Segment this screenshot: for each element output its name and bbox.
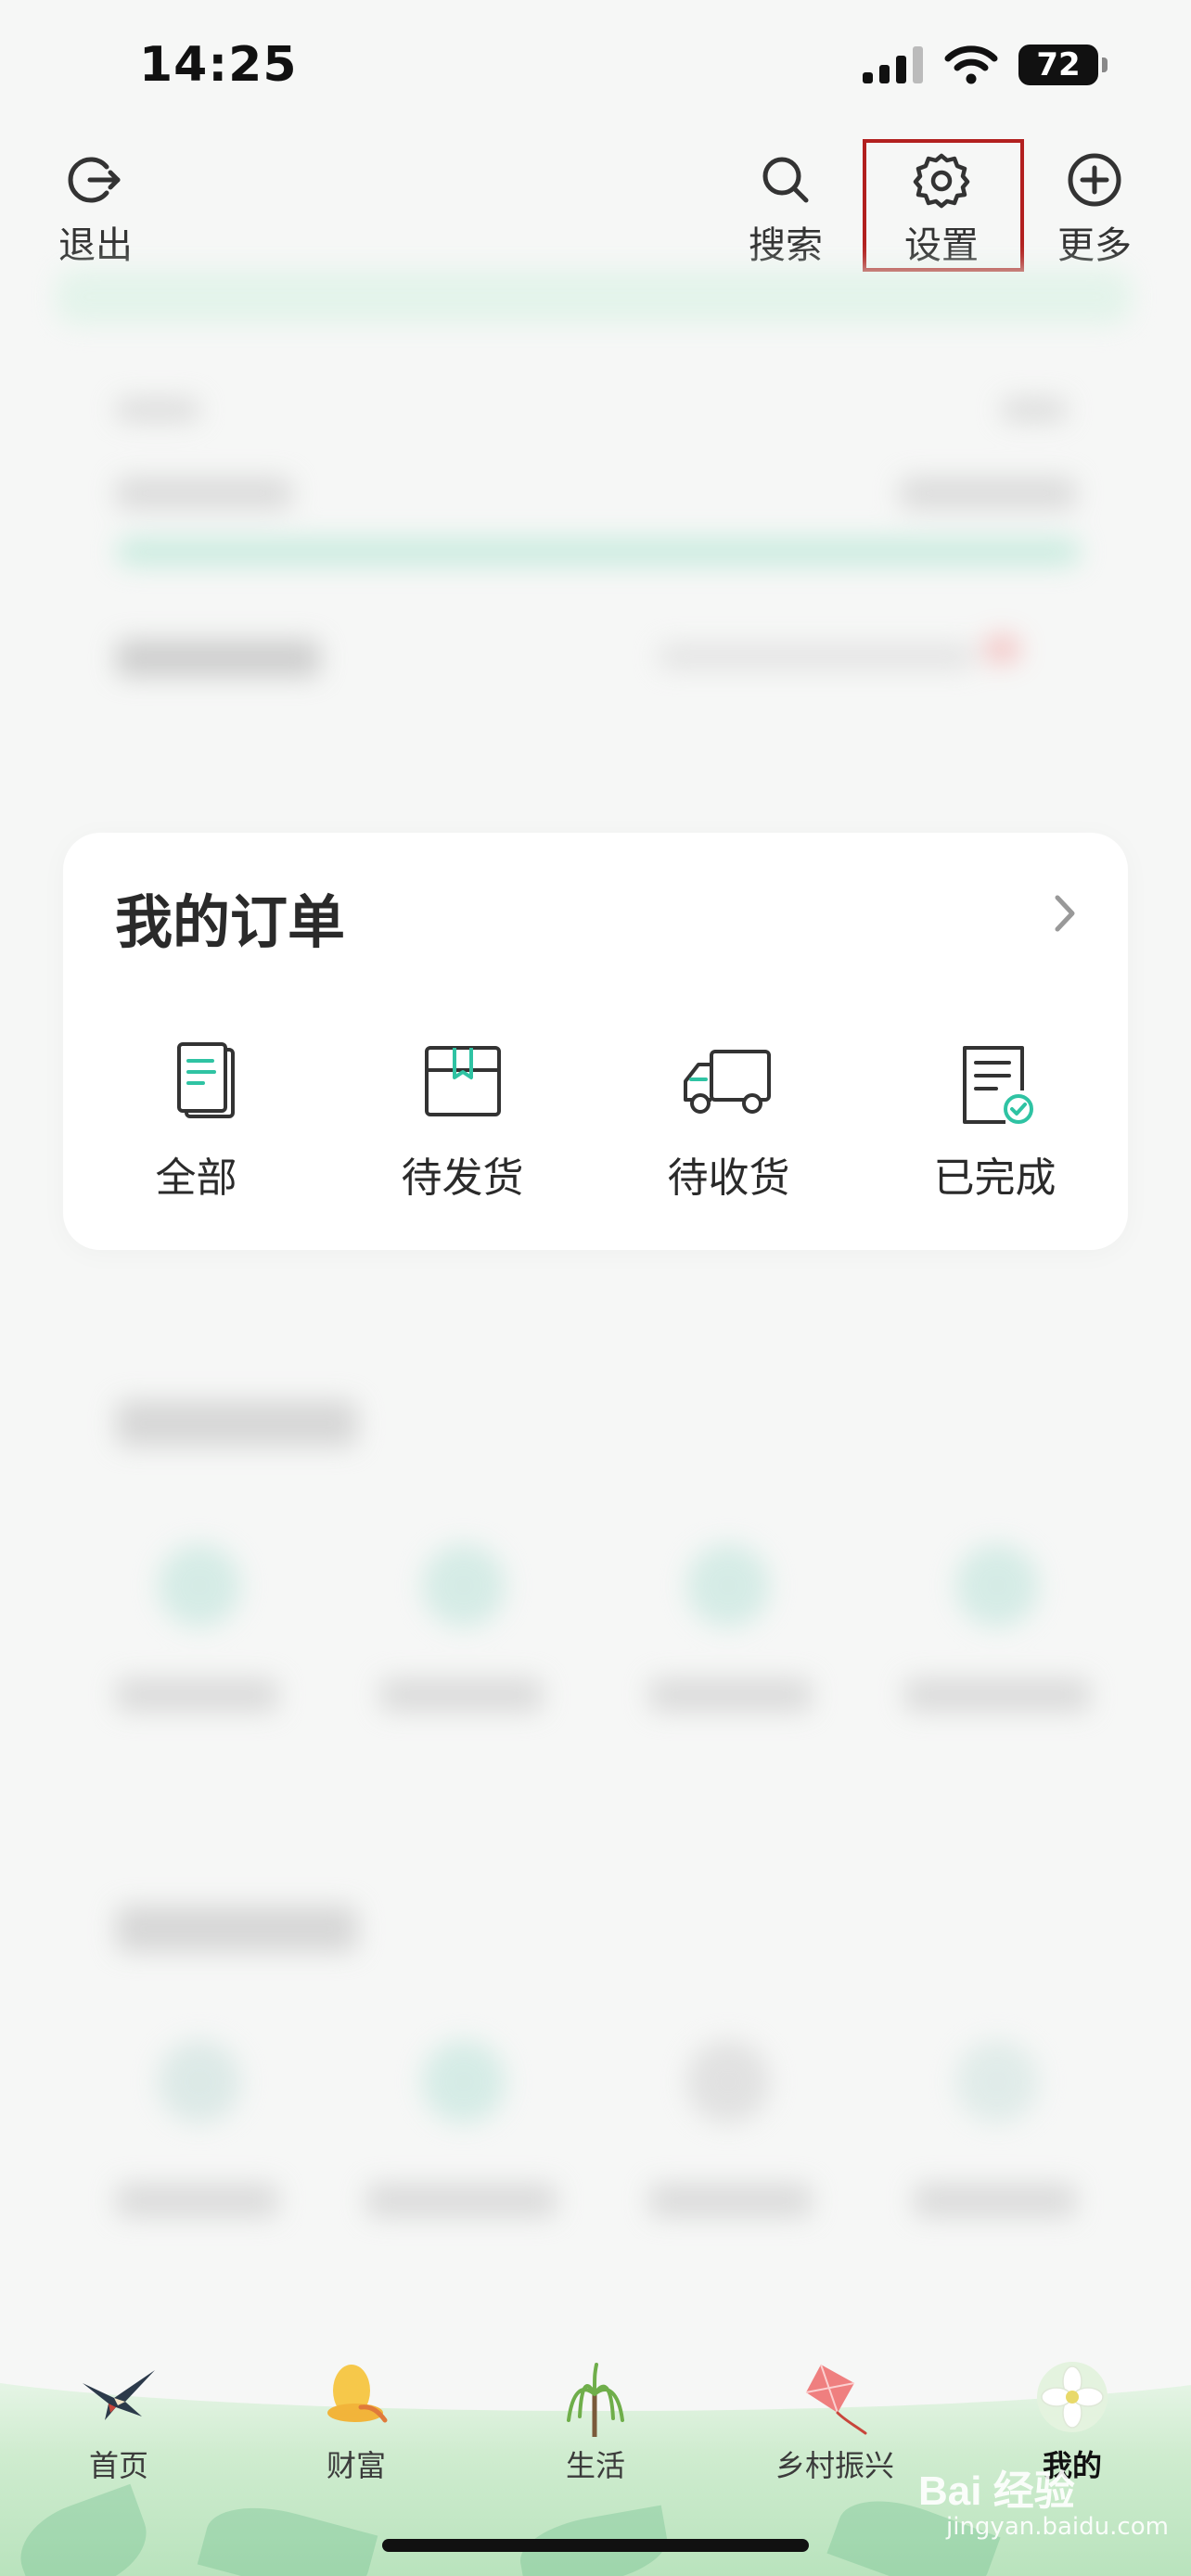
- blurred-heading: [116, 1400, 357, 1447]
- tab-life-label: 生活: [565, 2448, 625, 2483]
- battery-indicator: 72: [1018, 45, 1108, 85]
- blurred-text: [914, 2184, 1076, 2217]
- blurred-dot: [983, 635, 1020, 663]
- my-orders-card: 我的订单 全部 待发货 待收货 已完成: [63, 833, 1128, 1250]
- watermark-url: jingyan.baidu.com: [946, 2513, 1169, 2541]
- tab-wealth-label: 财富: [326, 2448, 386, 2483]
- order-pending-receive-label: 待收货: [667, 1154, 790, 1202]
- blurred-icon: [158, 1544, 241, 1627]
- tab-life[interactable]: 生活: [512, 2355, 679, 2485]
- blurred-icon: [422, 1544, 506, 1627]
- cellular-signal-icon: [863, 46, 923, 83]
- tab-rural-revitalization[interactable]: 乡村振兴: [751, 2355, 918, 2485]
- blurred-text: [1002, 399, 1067, 421]
- tab-wealth[interactable]: 财富: [273, 2355, 440, 2485]
- wifi-icon: [944, 45, 998, 84]
- swallow-icon: [83, 2370, 155, 2420]
- blurred-text: [116, 399, 199, 421]
- blurred-icon: [158, 2040, 241, 2123]
- blurred-text: [366, 2184, 557, 2217]
- truck-icon: [683, 1050, 771, 1114]
- blurred-text: [659, 644, 974, 669]
- decorative-leaf: [197, 2493, 378, 2576]
- chevron-right-icon[interactable]: [1046, 890, 1083, 937]
- tab-home-label: 首页: [88, 2448, 148, 2483]
- gear-icon: [913, 153, 970, 209]
- blurred-icon: [955, 2040, 1039, 2123]
- home-indicator[interactable]: [382, 2539, 809, 2552]
- battery-level: 72: [1036, 46, 1081, 83]
- blurred-text: [649, 2184, 812, 2217]
- top-action-bar: 退出 搜索 设置 更多: [0, 139, 1191, 278]
- blurred-text: [900, 478, 1076, 509]
- document-icon: [176, 1042, 235, 1118]
- orders-title: 我的订单: [115, 888, 346, 956]
- order-pending-receive-button[interactable]: 待收货: [596, 1039, 862, 1204]
- blurred-account-section: [0, 269, 1191, 788]
- order-completed-label: 已完成: [933, 1154, 1057, 1202]
- blurred-text: [116, 640, 320, 677]
- logout-icon: [68, 157, 121, 203]
- settings-label: 设置: [904, 224, 979, 267]
- status-bar: 14:25 72: [0, 0, 1191, 139]
- more-label: 更多: [1057, 224, 1132, 267]
- tab-home[interactable]: 首页: [35, 2355, 202, 2485]
- blurred-services-section: [0, 1335, 1191, 2337]
- order-all-label: 全部: [155, 1154, 237, 1202]
- status-icons: 72: [863, 45, 1108, 85]
- plus-circle-icon: [1068, 153, 1121, 207]
- search-label: 搜索: [749, 224, 823, 267]
- order-completed-button[interactable]: 已完成: [862, 1039, 1128, 1204]
- blurred-text: [380, 1678, 543, 1712]
- blurred-text: [116, 478, 292, 509]
- decorative-leaf: [7, 2483, 160, 2576]
- settings-button[interactable]: 设置: [881, 150, 1002, 269]
- search-icon: [762, 157, 809, 203]
- willow-tree-icon: [567, 2363, 624, 2437]
- blurred-heading: [116, 1906, 357, 1952]
- tab-rural-label: 乡村振兴: [775, 2448, 894, 2483]
- search-button[interactable]: 搜索: [725, 150, 846, 269]
- status-time: 14:25: [139, 37, 298, 93]
- blurred-progress: [116, 538, 1081, 566]
- blurred-banner: [56, 269, 1132, 325]
- order-pending-ship-label: 待发货: [401, 1154, 524, 1202]
- flower-icon: [1037, 2362, 1108, 2432]
- kite-icon: [805, 2364, 867, 2435]
- checklist-icon: [962, 1046, 1033, 1124]
- blurred-icon: [686, 1544, 770, 1627]
- blurred-text: [904, 1678, 1090, 1712]
- blurred-icon: [955, 1544, 1039, 1627]
- order-all-button[interactable]: 全部: [63, 1039, 329, 1204]
- blurred-text: [116, 2184, 278, 2217]
- blurred-icon: [686, 2040, 770, 2123]
- hat-icon: [327, 2365, 388, 2423]
- blurred-icon: [422, 2040, 506, 2123]
- blurred-text: [649, 1678, 812, 1712]
- package-icon: [424, 1046, 501, 1116]
- order-pending-ship-button[interactable]: 待发货: [329, 1039, 596, 1204]
- baidu-jingyan-watermark: Bai 经验: [918, 2468, 1075, 2514]
- exit-button[interactable]: 退出: [35, 150, 156, 269]
- blurred-text: [116, 1678, 278, 1712]
- exit-label: 退出: [58, 224, 133, 267]
- more-button[interactable]: 更多: [1034, 150, 1155, 269]
- order-status-row: 全部 待发货 待收货 已完成: [63, 1039, 1128, 1204]
